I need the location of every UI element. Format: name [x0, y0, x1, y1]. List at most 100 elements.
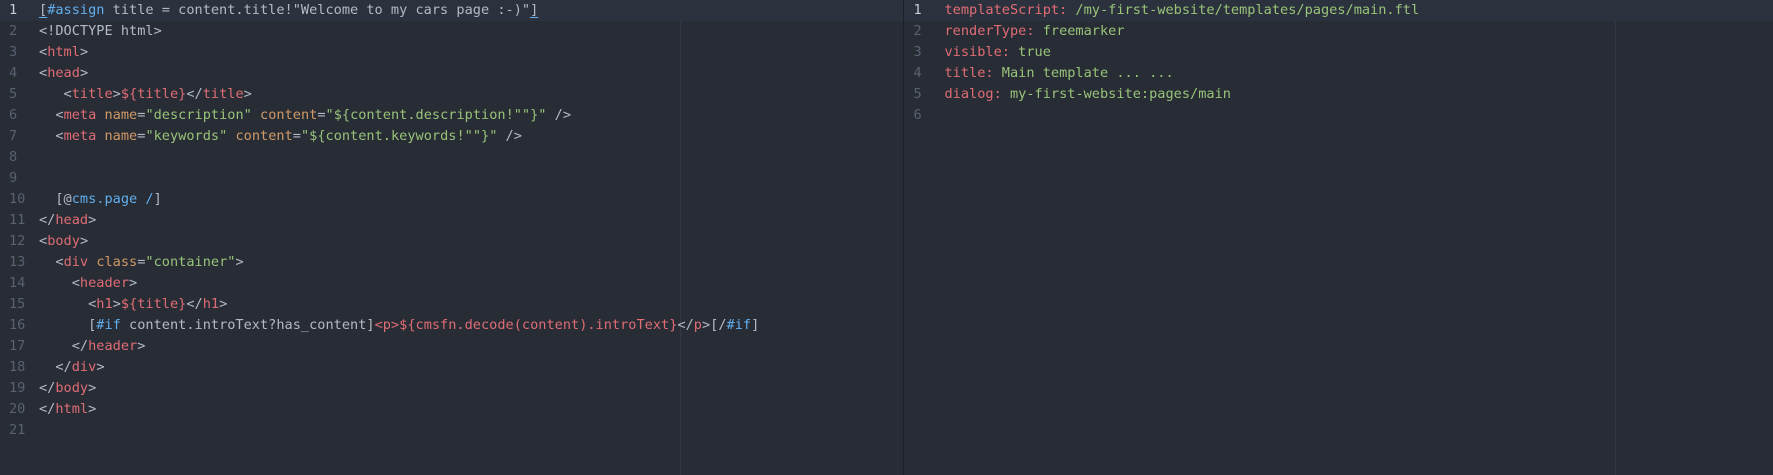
code-token: </ [39, 359, 72, 375]
code-line[interactable]: 21 [0, 420, 903, 441]
code-token: body [55, 380, 89, 396]
code-token: ] [751, 317, 760, 333]
code-line[interactable]: 3 visible: true [904, 42, 1773, 63]
code-line[interactable]: 10 [@cms.page /] [0, 189, 903, 210]
code-token: > [79, 233, 89, 249]
code-line[interactable]: 2 <!DOCTYPE html> [0, 21, 903, 42]
code-token: div [63, 254, 89, 270]
code-line[interactable]: 12 <body> [0, 231, 903, 252]
line-text[interactable]: </body> [39, 378, 96, 399]
code-line[interactable]: 13 <div class="container"> [0, 252, 903, 273]
code-token: visible: [944, 44, 1010, 60]
code-line[interactable]: 17 </header> [0, 336, 903, 357]
line-text[interactable]: <head> [39, 63, 88, 84]
line-number: 18 [9, 359, 26, 375]
code-token: <p> [374, 317, 400, 333]
code-token: ${title} [120, 86, 187, 102]
code-token: header [79, 275, 130, 291]
line-text[interactable]: <html> [39, 42, 88, 63]
line-text[interactable]: </header> [39, 336, 146, 357]
code-line[interactable]: 20 </html> [0, 399, 903, 420]
code-lines[interactable]: 1 templateScript: /my-first-website/templ… [904, 0, 1773, 126]
line-number: 11 [9, 212, 26, 228]
code-token: = [292, 128, 301, 144]
line-number: 6 [9, 107, 18, 123]
line-number: 16 [9, 317, 26, 333]
code-token: < [39, 107, 64, 123]
editor-pane-template[interactable]: 1 [#assign title = content.title!"Welcome… [0, 0, 904, 475]
code-line[interactable]: 18 </div> [0, 357, 903, 378]
code-token: </ [39, 380, 56, 396]
line-text[interactable]: <meta name="description" content="${cont… [39, 105, 571, 126]
line-number: 19 [9, 380, 26, 396]
code-token: > [129, 275, 138, 291]
code-token: </ [186, 296, 203, 312]
code-token: meta [63, 107, 97, 123]
code-token: "${content.description!""}" [325, 107, 547, 123]
code-token: p [693, 317, 702, 333]
code-token: < [39, 86, 72, 102]
line-text[interactable]: <!DOCTYPE html> [39, 21, 162, 42]
code-token: > [235, 254, 244, 270]
code-line[interactable]: 6 <meta name="description" content="${co… [0, 105, 903, 126]
line-text[interactable]: [#if content.introText?has_content]<p>${… [39, 315, 759, 336]
line-text[interactable]: <body> [39, 231, 88, 252]
code-token: html [47, 44, 80, 60]
code-line[interactable]: 14 <header> [0, 273, 903, 294]
code-line[interactable]: 2 renderType: freemarker [904, 21, 1773, 42]
code-token: <!DOCTYPE html> [39, 23, 162, 39]
line-text[interactable]: title: Main template ... ... [944, 63, 1173, 84]
code-token: freemarker [1034, 23, 1125, 39]
code-line[interactable]: 5 dialog: my-first-website:pages/main [904, 84, 1773, 105]
line-number: 1 [913, 2, 922, 18]
code-token: > [96, 359, 105, 375]
code-line[interactable]: 1 [#assign title = content.title!"Welcome… [0, 0, 904, 21]
code-line[interactable]: 1 templateScript: /my-first-website/templ… [904, 0, 1773, 21]
code-token: title: [944, 65, 994, 81]
code-token: head [55, 212, 89, 228]
code-token: #assign [47, 2, 105, 18]
code-line[interactable]: 19 </body> [0, 378, 903, 399]
line-text[interactable]: <title>${title}</title> [39, 84, 252, 105]
code-token: ] [153, 191, 162, 207]
line-text[interactable]: </html> [39, 399, 96, 420]
code-line[interactable]: 16 [#if content.introText?has_content]<p… [0, 315, 903, 336]
code-line[interactable]: 7 <meta name="keywords" content="${conte… [0, 126, 903, 147]
code-token: > [112, 296, 121, 312]
line-number: 4 [9, 65, 18, 81]
editor-pane-yaml[interactable]: 1 templateScript: /my-first-website/templ… [904, 0, 1773, 475]
line-text[interactable]: dialog: my-first-website:pages/main [944, 84, 1230, 105]
code-line[interactable]: 3 <html> [0, 42, 903, 63]
code-lines[interactable]: 1 [#assign title = content.title!"Welcome… [0, 0, 904, 441]
line-text[interactable]: renderType: freemarker [944, 21, 1124, 42]
line-text[interactable]: visible: true [944, 42, 1050, 63]
code-token: content.introText?has_content] [120, 317, 375, 333]
line-number: 14 [9, 275, 26, 291]
line-text[interactable]: </div> [39, 357, 105, 378]
code-token: < [39, 233, 48, 249]
code-line[interactable]: 4 <head> [0, 63, 903, 84]
code-line[interactable]: 11 </head> [0, 210, 903, 231]
line-text[interactable]: </head> [39, 210, 96, 231]
line-text[interactable]: templateScript: /my-first-website/templa… [944, 0, 1419, 21]
code-line[interactable]: 4 title: Main template ... ... [904, 63, 1773, 84]
line-text[interactable]: <header> [39, 273, 137, 294]
code-token: div [71, 359, 97, 375]
code-token: title = content.title!"Welcome to my car… [104, 2, 531, 18]
code-line[interactable]: 5 <title>${title}</title> [0, 84, 903, 105]
line-text[interactable]: [@cms.page /] [39, 189, 162, 210]
code-line[interactable]: 9 [0, 168, 903, 189]
line-number: 3 [9, 44, 18, 60]
line-text[interactable]: <meta name="keywords" content="${content… [39, 126, 522, 147]
code-line[interactable]: 15 <h1>${title}</h1> [0, 294, 903, 315]
code-token: name [104, 128, 138, 144]
line-text[interactable]: <div class="container"> [39, 252, 244, 273]
code-token: [ [39, 317, 97, 333]
code-token: name [104, 107, 138, 123]
line-text[interactable]: [#assign title = content.title!"Welcome … [39, 0, 538, 21]
code-line[interactable]: 8 [0, 147, 903, 168]
line-text[interactable]: <h1>${title}</h1> [39, 294, 227, 315]
code-line[interactable]: 6 [904, 105, 1773, 126]
code-editor: 1 [#assign title = content.title!"Welcome… [0, 0, 1773, 475]
